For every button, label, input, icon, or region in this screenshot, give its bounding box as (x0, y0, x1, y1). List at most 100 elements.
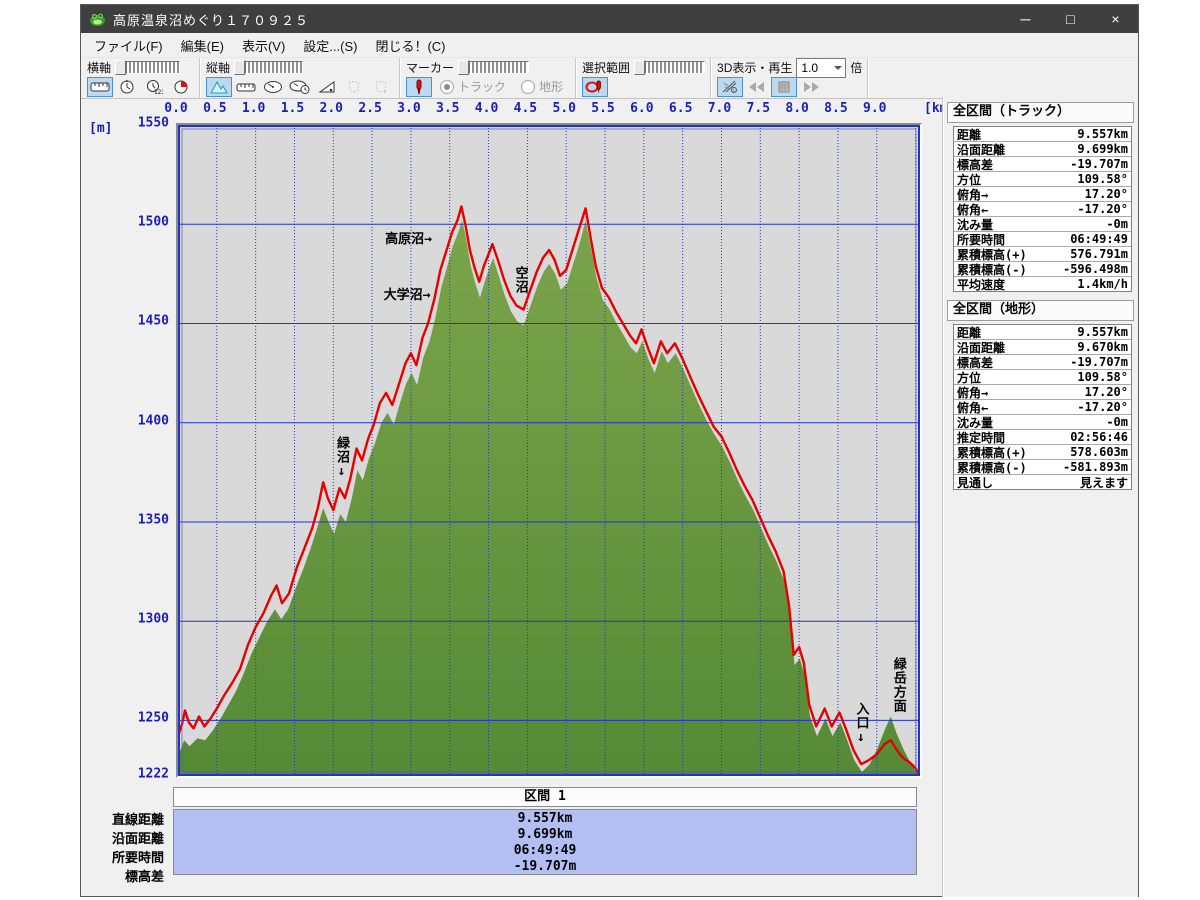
chart-annotation: 高原沼→ (385, 232, 432, 248)
haxis-slider[interactable] (115, 60, 181, 75)
minimize-button[interactable]: ─ (1003, 5, 1048, 33)
chart-annotation: 入口↓ (853, 702, 869, 747)
timer-pie-icon (174, 80, 188, 93)
marker-label: マーカー (406, 61, 455, 75)
marker-pen-button[interactable] (406, 76, 432, 97)
menu-item-0[interactable]: ファイル(F) (85, 34, 172, 57)
stat-row: 見通し 見えます (954, 475, 1131, 490)
menu-item-4[interactable]: 閉じる！(C) (366, 34, 454, 57)
y-tick-label: 1250 (137, 710, 169, 726)
elevation-chart-svg (178, 125, 920, 776)
selection-range-button[interactable] (582, 76, 609, 97)
app-window: 高原温泉沼めぐり１７０９２５ ─ □ × ファイル(F) 編集(E) 表示(V) 設定… (80, 4, 1139, 897)
stat-value: 9.670km (1077, 340, 1128, 354)
desktop: { "window": { "title": "高原温泉沼めぐり１７０９２５",… (0, 0, 1200, 900)
y-tick-label: 1222 (137, 766, 169, 782)
menu-item-3[interactable]: 設定...(S) (294, 34, 366, 57)
x-tick-label: 2.0 (319, 101, 344, 116)
app-icon (90, 13, 105, 26)
play-forward-button[interactable] (798, 77, 824, 97)
stat-value: -0m (1106, 217, 1128, 231)
window-title: 高原温泉沼めぐり１７０９２５ (113, 12, 310, 28)
stat-value: 9.557km (1077, 127, 1128, 141)
x-tick-label: 1.5 (280, 101, 305, 116)
stop-icon (778, 81, 790, 92)
x-tick-label: 9.0 (863, 101, 887, 116)
title-bar: 高原温泉沼めぐり１７０９２５ ─ □ × (81, 5, 1138, 33)
marker-radio-track[interactable]: トラック (440, 78, 506, 95)
section-value: 9.699km (517, 826, 573, 842)
haxis-pace-button[interactable] (168, 77, 194, 97)
radio-off-icon (521, 79, 536, 94)
x-tick-label: 3.5 (435, 101, 460, 116)
vaxis-pace-gauge-button[interactable] (287, 77, 313, 97)
stat-value: 06:49:49 (1070, 232, 1128, 246)
elevation-plot[interactable]: 高原沼→ 大学沼→ 空沼 緑沼↓ 入口↓ 緑岳方面 (176, 123, 922, 778)
vaxis-speed-button[interactable] (260, 77, 286, 97)
track-section-header: 全区間（トラック） (947, 102, 1134, 123)
menu-bar: ファイル(F) 編集(E) 表示(V) 設定...(S) 閉じる！(C) (81, 33, 1138, 57)
section-label: 直線距離 (111, 813, 164, 828)
speed-select[interactable]: 1.0 (796, 57, 847, 78)
x-tick-label: 4.0 (474, 101, 499, 116)
x-tick-label: 1.0 (241, 101, 266, 116)
section-value: 9.557km (517, 810, 573, 826)
menu-item-2[interactable]: 表示(V) (233, 34, 294, 57)
close-button[interactable]: × (1093, 5, 1138, 33)
x-tick-label: 3.0 (397, 101, 421, 116)
clock-icon (120, 79, 134, 93)
marker-slider[interactable] (458, 60, 530, 75)
chevron-down-icon (831, 59, 845, 77)
x-tick-label: 6.5 (668, 101, 693, 116)
chart-annotation: 空沼 (512, 265, 528, 294)
x-tick-label: 5.5 (591, 101, 615, 116)
stat-value: 17.20° (1084, 385, 1128, 399)
maximize-button[interactable]: □ (1048, 5, 1093, 33)
rewind-icon (749, 81, 765, 92)
toolbar-group-haxis: 横軸 123 (81, 58, 200, 98)
selection-label: 選択範囲 (582, 61, 631, 75)
clock-123-icon: 123 (147, 79, 163, 95)
marker-radio-terrain[interactable]: 地形 (521, 78, 563, 95)
stop-button[interactable] (771, 76, 798, 97)
disabled-cup2-icon (375, 80, 387, 93)
chart-annotation: 緑岳方面 (890, 656, 906, 713)
vaxis-extra1-button[interactable] (341, 77, 367, 97)
section-values-box: 9.557km 9.699km 06:49:49 -19.707m (173, 809, 917, 875)
playback-label: 3D表示・再生 (717, 61, 793, 75)
rewind-button[interactable] (744, 77, 770, 97)
stat-label: 見通し (957, 475, 994, 490)
vaxis-extra2-button[interactable] (368, 77, 394, 97)
walkthrough-3d-button[interactable]: 3 (717, 76, 744, 97)
vaxis-slope-button[interactable] (314, 77, 340, 97)
selection-slider[interactable] (634, 60, 706, 75)
vaxis-elevation-button[interactable] (206, 76, 232, 97)
stat-value: -19.707m (1070, 355, 1128, 369)
haxis-time-number-button[interactable]: 123 (141, 77, 167, 97)
stat-value: -17.20° (1077, 202, 1128, 216)
haxis-distance-button[interactable] (87, 76, 113, 97)
stat-value: -581.893m (1062, 460, 1128, 474)
gauge-clock-icon (289, 80, 310, 94)
menu-item-1[interactable]: 編集(E) (172, 34, 233, 57)
select-pen-icon (585, 80, 601, 93)
track-stats-table: 距離 9.557km 沿面距離 9.699km 標高差 -19.707m 方位 109.58°… (953, 126, 1132, 292)
toolbar-group-marker: マーカー トラック 地形 (400, 58, 577, 98)
y-tick-label: 1450 (137, 313, 169, 329)
vaxis-distance-button[interactable] (233, 77, 259, 97)
stat-value: 578.603m (1070, 445, 1128, 459)
y-tick-label: 1400 (137, 413, 169, 429)
vaxis-label: 縦軸 (206, 61, 231, 75)
ruler2-icon (236, 83, 256, 91)
marker-pen-icon (416, 79, 422, 94)
haxis-time-button[interactable] (114, 77, 140, 97)
y-tick-label: 1500 (137, 214, 169, 230)
haxis-label: 横軸 (87, 61, 112, 75)
x-tick-label: 6.0 (630, 101, 654, 116)
vaxis-slider[interactable] (234, 60, 304, 75)
toolbar-group-playback: 3D表示・再生 1.0 倍 3 (711, 57, 869, 98)
gauge-icon (264, 81, 282, 93)
x-tick-label: 8.0 (785, 101, 809, 116)
svg-text:123: 123 (154, 89, 163, 95)
